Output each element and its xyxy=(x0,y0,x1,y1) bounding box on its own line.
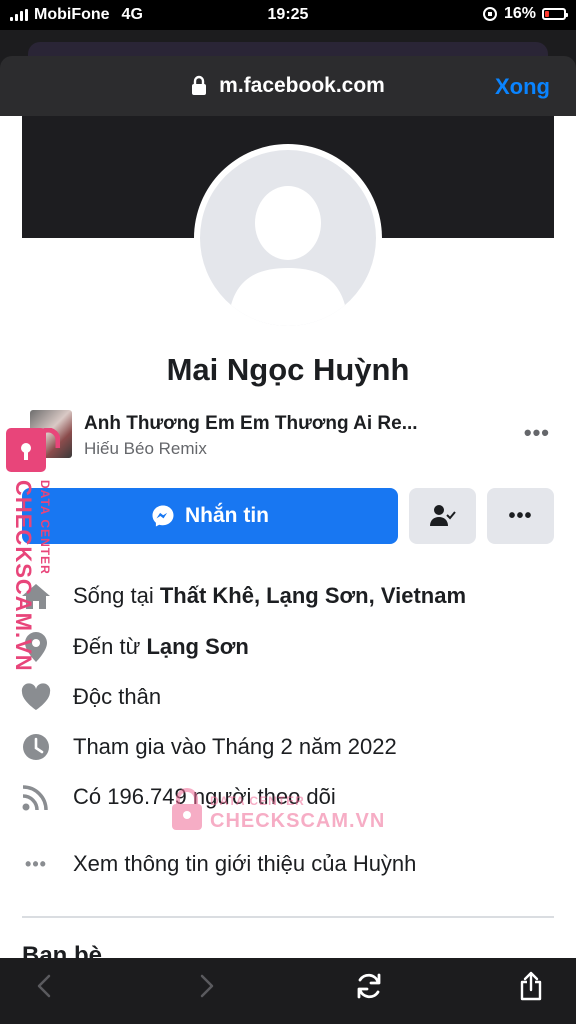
back-button[interactable] xyxy=(24,970,64,1002)
forward-icon xyxy=(200,974,214,998)
watermark-text-2: CHECKSCAM.VN xyxy=(11,480,36,672)
info-joined: Tham gia vào Tháng 2 năm 2022 xyxy=(20,727,560,767)
browser-toolbar xyxy=(0,958,576,1024)
orientation-lock-icon xyxy=(482,7,497,21)
profile-name: Mai Ngọc Huỳnh xyxy=(166,352,410,387)
profile-song[interactable]: Anh Thương Em Em Thương Ai Re... Hiếu Bé… xyxy=(30,410,550,460)
more-options-button[interactable]: ••• xyxy=(487,488,554,544)
info-relationship: Độc thân xyxy=(20,677,560,717)
battery-icon xyxy=(542,8,568,20)
more-dots-icon: ••• xyxy=(25,853,47,874)
song-more-icon[interactable]: ••• xyxy=(524,420,550,446)
from-place[interactable]: Lạng Sơn xyxy=(146,634,248,659)
song-artist: Hiếu Béo Remix xyxy=(84,439,207,458)
friend-status-button[interactable] xyxy=(409,488,476,544)
more-icon: ••• xyxy=(508,504,533,527)
message-button-label: Nhắn tin xyxy=(185,504,269,527)
forward-button[interactable] xyxy=(187,970,227,1002)
reload-button[interactable] xyxy=(349,970,389,1002)
url-text: m.facebook.com xyxy=(219,74,385,97)
share-button[interactable] xyxy=(511,970,551,1002)
watermark-lock-icon xyxy=(6,428,60,472)
section-divider xyxy=(22,916,554,918)
default-avatar-icon xyxy=(228,186,348,326)
reload-icon xyxy=(357,973,381,999)
rss-icon xyxy=(20,781,52,813)
back-icon xyxy=(37,974,51,998)
battery-percent: 16% xyxy=(503,5,536,22)
clock-icon xyxy=(20,731,52,763)
watermark-vertical: DATA CENTER CHECKSCAM.VN xyxy=(6,428,66,672)
share-icon xyxy=(520,971,542,1001)
watermark-text-1: DATA CENTER xyxy=(38,480,52,575)
song-title: Anh Thương Em Em Thương Ai Re... xyxy=(84,413,418,434)
friend-check-icon xyxy=(429,505,456,526)
avatar[interactable] xyxy=(194,144,382,332)
lives-in-place[interactable]: Thất Khê, Lạng Sơn, Vietnam xyxy=(160,583,466,608)
profile-page: Mai Ngọc Huỳnh Anh Thương Em Em Thương A… xyxy=(0,116,576,958)
messenger-icon xyxy=(152,505,174,527)
browser-header: m.facebook.com Xong xyxy=(0,56,576,116)
heart-icon xyxy=(20,681,52,713)
see-about-link[interactable]: ••• Xem thông tin giới thiệu của Huỳnh xyxy=(20,844,560,884)
status-bar: MobiFone 4G 19:25 16% xyxy=(0,0,576,30)
profile-actions: Nhắn tin ••• xyxy=(22,488,554,544)
done-button[interactable]: Xong xyxy=(495,74,550,100)
friends-heading: Bạn bè xyxy=(22,942,103,958)
watermark-lock-icon xyxy=(172,788,202,830)
info-lives-in: Sống tại Thất Khê, Lạng Sơn, Vietnam xyxy=(20,576,560,616)
watermark-horizontal: DATA CENTER CHECKSCAM.VN xyxy=(170,786,384,836)
lock-icon xyxy=(192,75,207,95)
address-bar[interactable]: m.facebook.com xyxy=(0,74,576,98)
info-from: Đến từ Lạng Sơn xyxy=(20,627,560,667)
message-button[interactable]: Nhắn tin xyxy=(22,488,398,544)
